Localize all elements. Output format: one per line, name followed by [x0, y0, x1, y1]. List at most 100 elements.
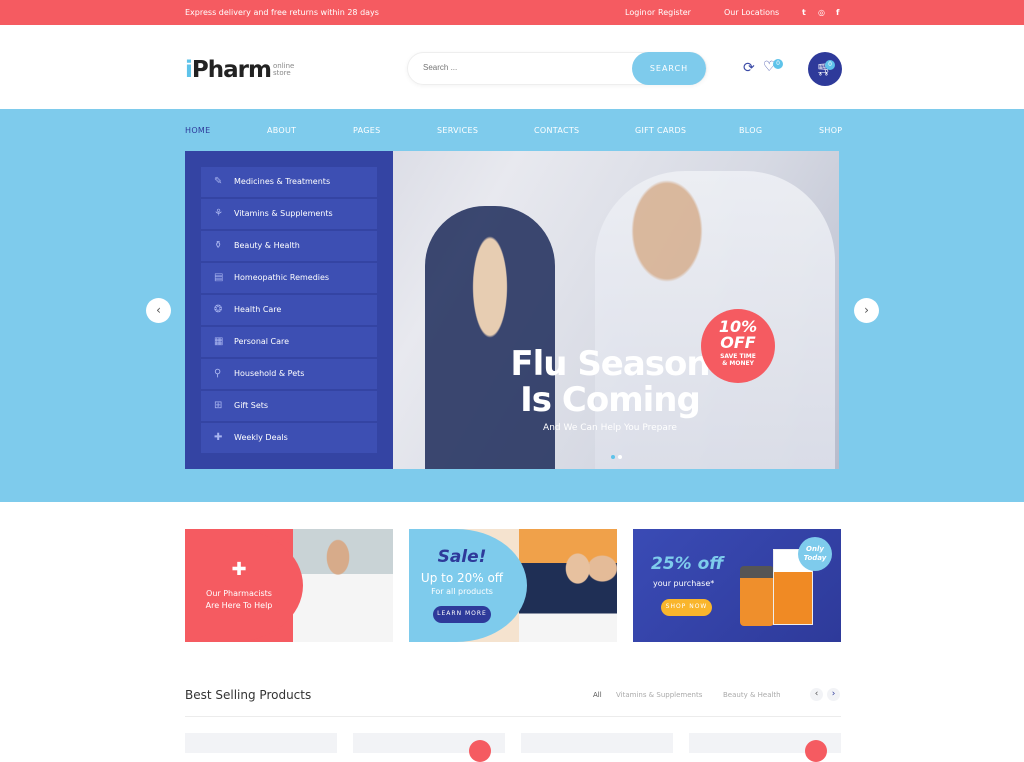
category-homeopathic[interactable]: ▤ Homeopathic Remedies: [201, 263, 377, 293]
banner2-line1: Up to 20% off: [420, 571, 504, 585]
shop-now-button[interactable]: SHOP NOW: [661, 599, 712, 616]
box-icon: ▦: [214, 336, 224, 347]
cart-badge: 0: [825, 60, 835, 70]
cart-button[interactable]: 🛒︎: [808, 52, 842, 86]
section-divider: [185, 716, 841, 717]
offer-small2: & MONEY: [722, 360, 754, 367]
learn-more-button[interactable]: LEARN MORE: [433, 606, 491, 623]
hero-title-line1: Flu Season: [510, 344, 710, 384]
category-household[interactable]: ⚲ Household & Pets: [201, 359, 377, 389]
slide-dot-2[interactable]: [618, 455, 622, 459]
nav-shop[interactable]: SHOP: [819, 126, 842, 135]
nav-home[interactable]: HOME: [185, 126, 210, 135]
product-card[interactable]: [185, 733, 337, 753]
nav-gift-cards[interactable]: GIFT CARDS: [635, 126, 686, 135]
cross-icon: ✚: [214, 432, 223, 443]
filter-all[interactable]: All: [593, 691, 602, 699]
offer-badge: 10% OFF SAVE TIME & MONEY: [701, 309, 775, 383]
nav-contacts[interactable]: CONTACTS: [534, 126, 579, 135]
category-label: Medicines & Treatments: [234, 177, 331, 186]
section-title: Best Selling Products: [185, 688, 312, 702]
category-gift-sets[interactable]: ⊞ Gift Sets: [201, 391, 377, 421]
category-weekly-deals[interactable]: ✚ Weekly Deals: [201, 423, 377, 453]
hero-slider: ✎ Medicines & Treatments ⚘ Vitamins & Supp…: [185, 151, 839, 469]
logo[interactable]: iPharm: [185, 57, 272, 83]
banner-shape: [185, 529, 303, 642]
nav-services[interactable]: SERVICES: [437, 126, 478, 135]
product-card[interactable]: [689, 733, 841, 762]
hero-title: Flu Season Is Coming: [500, 346, 720, 418]
slide-dot-1[interactable]: [611, 455, 615, 459]
products-prev-button[interactable]: ‹: [810, 688, 823, 701]
facebook-icon[interactable]: f: [836, 8, 839, 17]
bottle-icon: ⚱: [214, 240, 223, 251]
category-label: Homeopathic Remedies: [234, 273, 330, 282]
banner1-line1: Our Pharmacists: [206, 589, 272, 598]
compare-icon[interactable]: ⟳: [743, 60, 755, 76]
nav-pages[interactable]: PAGES: [353, 126, 380, 135]
hero-subtitle: And We Can Help You Prepare: [543, 423, 677, 433]
banner-shape: [409, 529, 527, 642]
logo-i: i: [185, 57, 193, 83]
chevron-left-icon: ‹: [814, 689, 819, 699]
search-button[interactable]: SEARCH: [632, 52, 706, 85]
pet-icon: ⚲: [214, 368, 222, 379]
banner3-line1: your purchase*: [653, 579, 715, 588]
only-today-badge: Only Today: [798, 537, 832, 571]
promo-text: Express delivery and free returns within…: [185, 8, 379, 17]
hero-title-line2: Is Coming: [520, 380, 701, 420]
category-vitamins[interactable]: ⚘ Vitamins & Supplements: [201, 199, 377, 229]
register-link[interactable]: Register: [658, 8, 691, 17]
banner1-line2: Are Here To Help: [205, 601, 273, 610]
next-slide-button[interactable]: ›: [854, 298, 879, 323]
nav-about[interactable]: ABOUT: [267, 126, 296, 135]
product-card[interactable]: [521, 733, 673, 753]
category-beauty[interactable]: ⚱ Beauty & Health: [201, 231, 377, 261]
twitter-icon[interactable]: t: [802, 8, 806, 17]
filter-beauty[interactable]: Beauty & Health: [723, 691, 781, 699]
logo-subtitle: online store: [273, 63, 294, 77]
category-personal-care[interactable]: ▦ Personal Care: [201, 327, 377, 357]
banner2-title: Sale!: [437, 547, 487, 567]
nav-blog[interactable]: BLOG: [739, 126, 762, 135]
sale-badge: [469, 740, 491, 762]
product-bottle-image: [740, 566, 774, 626]
search-input[interactable]: [423, 63, 623, 72]
category-health-care[interactable]: ❂ Health Care: [201, 295, 377, 325]
offer-small1: SAVE TIME: [720, 353, 756, 360]
banner-discount[interactable]: 25% off your purchase* SHOP NOW Only Toda…: [633, 529, 841, 642]
locations-link[interactable]: Our Locations: [724, 8, 779, 17]
banner1-text: Our Pharmacists Are Here To Help: [190, 588, 288, 612]
banner3-title: 25% off: [651, 554, 724, 574]
category-medicines[interactable]: ✎ Medicines & Treatments: [201, 167, 377, 197]
top-bar: Express delivery and free returns within…: [0, 0, 1024, 25]
gift-icon: ⊞: [214, 400, 223, 411]
pharmacist-image: [293, 529, 393, 642]
logo-text: Pharm: [191, 57, 272, 83]
instagram-icon[interactable]: ◎: [818, 8, 825, 17]
logo-sub2: store: [273, 69, 291, 77]
chevron-left-icon: ‹: [156, 303, 161, 317]
category-menu: ✎ Medicines & Treatments ⚘ Vitamins & Supp…: [185, 151, 393, 469]
category-label: Gift Sets: [234, 401, 269, 410]
wishlist-badge: 0: [773, 59, 783, 69]
banner-sale[interactable]: Sale! Up to 20% off For all products LEA…: [409, 529, 617, 642]
banner-pharmacists[interactable]: ✚ Our Pharmacists Are Here To Help: [185, 529, 393, 642]
category-label: Personal Care: [234, 337, 290, 346]
login-link[interactable]: Login: [625, 8, 647, 17]
family-image: [519, 529, 617, 642]
or-text: or: [647, 8, 656, 17]
hero-band: HOME ABOUT PAGES SERVICES CONTACTS GIFT …: [0, 109, 1024, 502]
search-bar: SEARCH: [407, 52, 707, 85]
prev-slide-button[interactable]: ‹: [146, 298, 171, 323]
sale-badge: [805, 740, 827, 762]
vitamins-icon: ⚘: [214, 208, 223, 219]
category-label: Beauty & Health: [234, 241, 300, 250]
product-card[interactable]: [353, 733, 505, 762]
chevron-right-icon: ›: [831, 689, 836, 699]
products-next-button[interactable]: ›: [827, 688, 840, 701]
chevron-right-icon: ›: [864, 303, 869, 317]
filter-vitamins[interactable]: Vitamins & Supplements: [616, 691, 702, 699]
health-icon: ❂: [214, 304, 223, 315]
category-label: Health Care: [234, 305, 282, 314]
